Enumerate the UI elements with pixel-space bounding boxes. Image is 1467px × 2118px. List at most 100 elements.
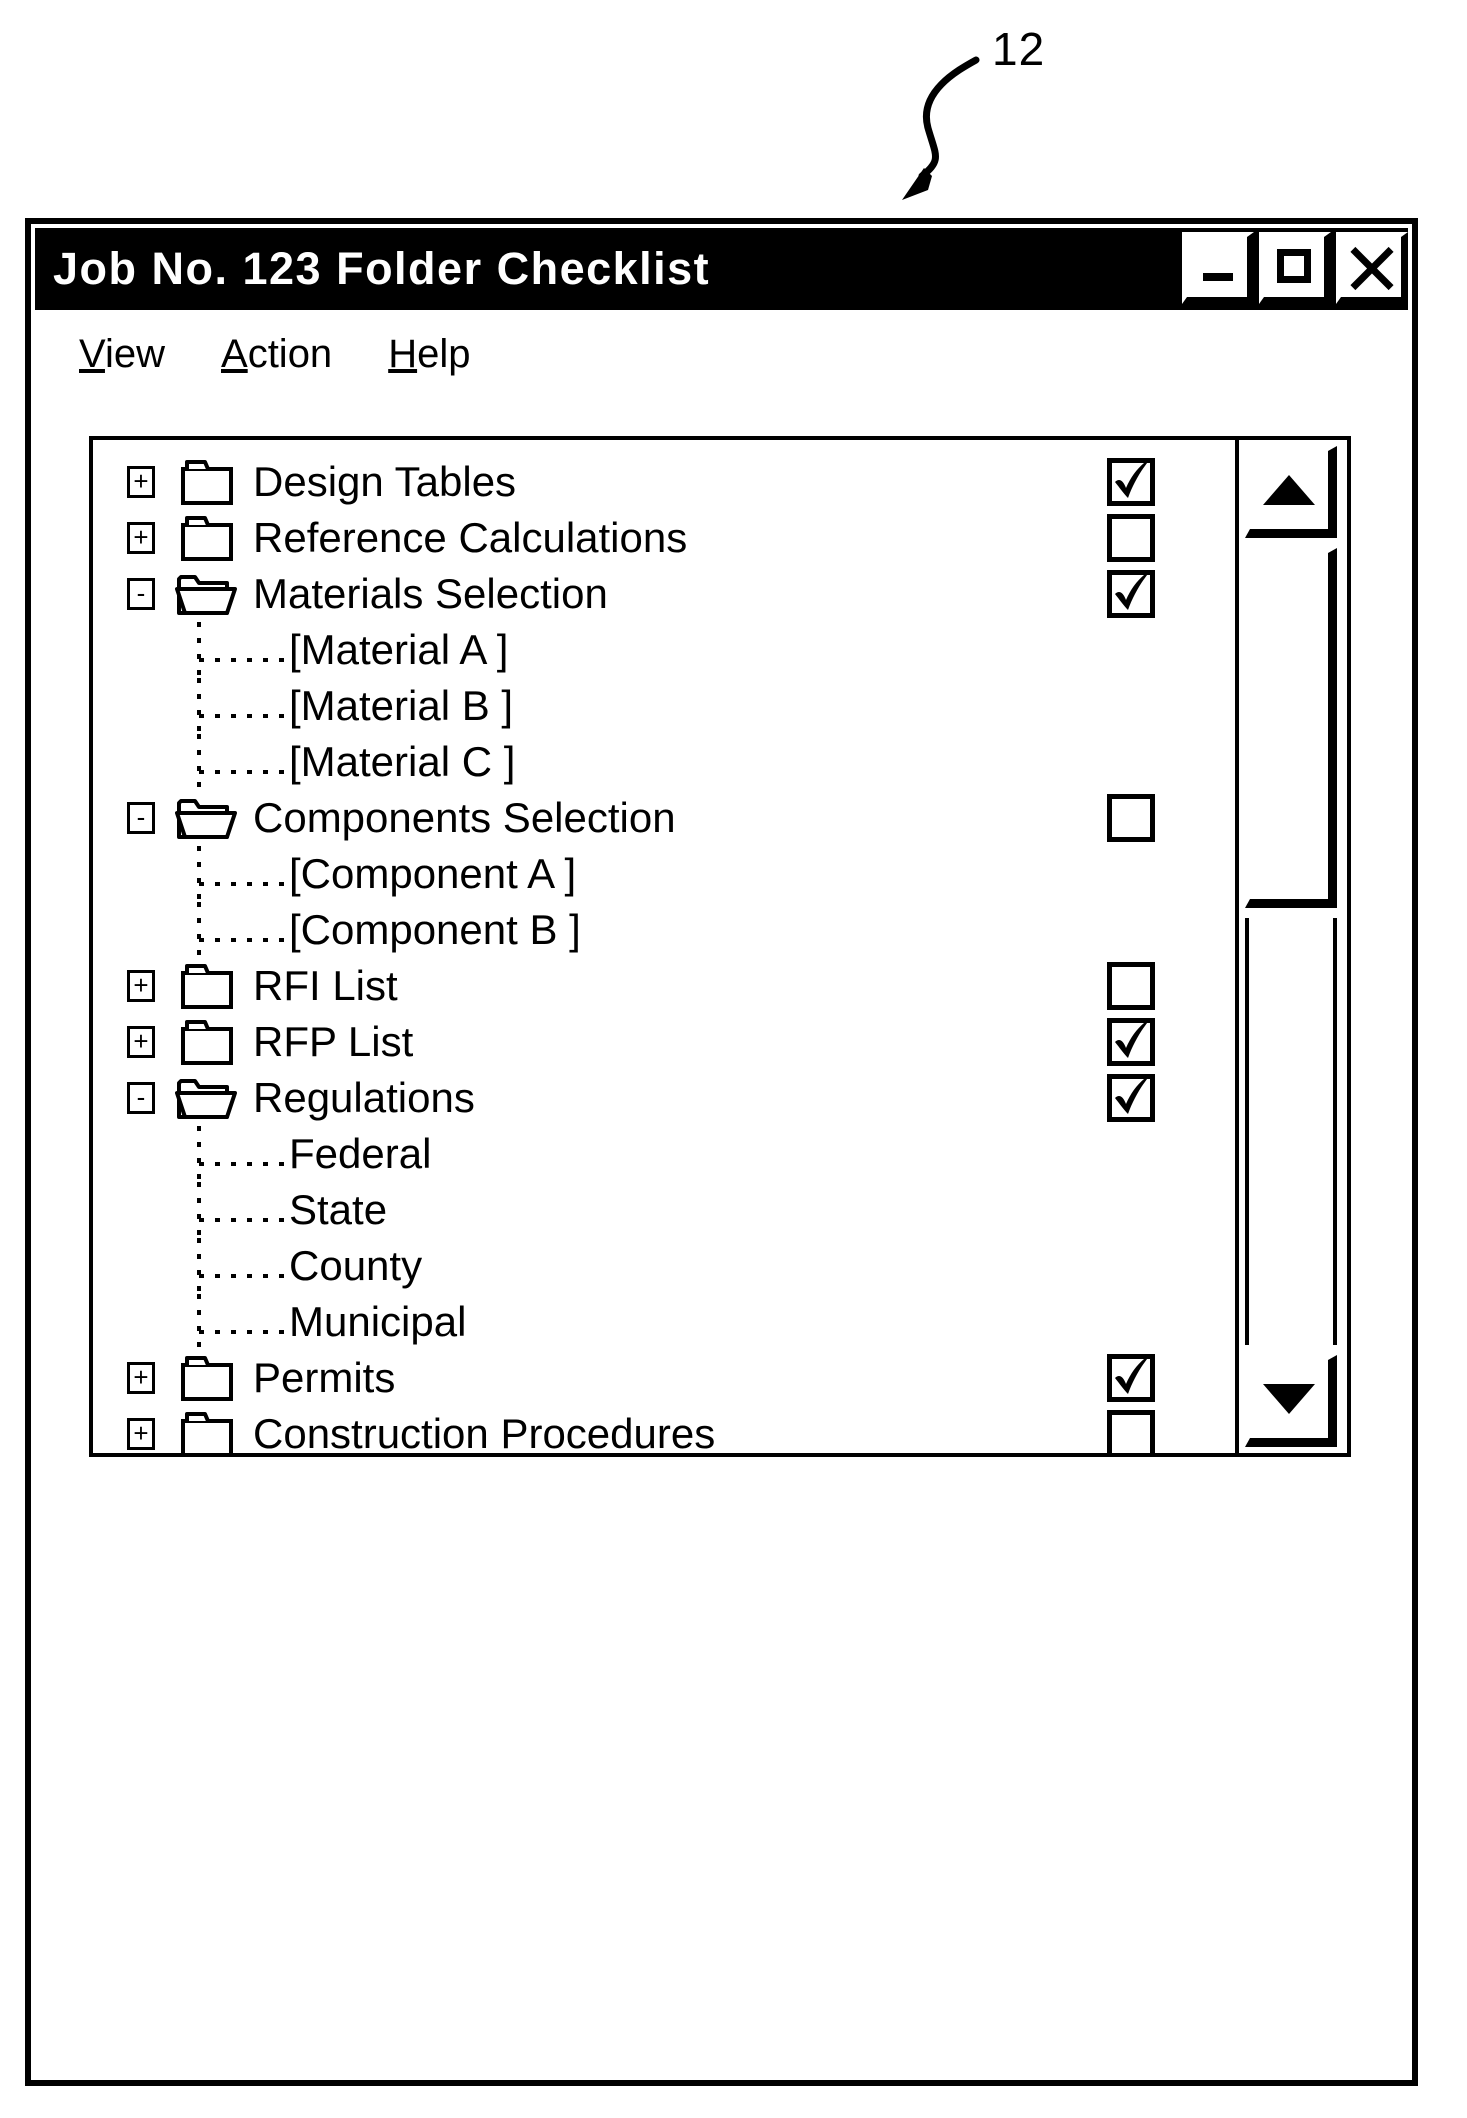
tree-item-label: State (289, 1186, 388, 1233)
tree-item-label: RFP List (253, 1018, 414, 1065)
scroll-down-button[interactable] (1245, 1355, 1337, 1447)
tree-leaf-row[interactable]: Municipal (93, 1294, 1347, 1350)
expand-toggle-icon[interactable]: + (127, 522, 155, 554)
expand-toggle-icon[interactable]: + (127, 1362, 155, 1394)
expander-sign: + (133, 465, 149, 496)
checkbox-unchecked[interactable] (1107, 962, 1155, 1010)
menu-bar: View Action Help (31, 310, 1412, 395)
tree-folder-row[interactable]: + Reference Calculations (93, 510, 1347, 566)
maximize-button[interactable] (1259, 232, 1331, 304)
collapse-toggle-icon[interactable]: - (127, 802, 155, 834)
tree-leaf-row[interactable]: [Component A ] (93, 846, 1347, 902)
folder-closed-icon (179, 1353, 239, 1403)
maximize-icon (1277, 249, 1311, 283)
tree-connector-line (93, 1238, 313, 1299)
expand-toggle-icon[interactable]: + (127, 1418, 155, 1450)
tree-folder-row[interactable]: + Design Tables (93, 454, 1347, 510)
folder-open-icon (175, 793, 237, 843)
menu-label-rest: ction (247, 332, 333, 376)
checkbox-checked[interactable] (1107, 1354, 1155, 1402)
menu-item-help[interactable]: Help (388, 332, 470, 377)
vertical-scrollbar[interactable] (1235, 440, 1347, 1453)
tree-connector-line (93, 1126, 313, 1187)
expand-toggle-icon[interactable]: + (127, 1026, 155, 1058)
checkbox-checked[interactable] (1107, 458, 1155, 506)
tree-item-label: Construction Procedures (253, 1410, 716, 1453)
tree-leaf-row[interactable]: State (93, 1182, 1347, 1238)
application-window: Job No. 123 Folder Checklist View Action… (25, 218, 1418, 2086)
minimize-button[interactable] (1182, 232, 1254, 304)
scrollbar-thumb[interactable] (1245, 548, 1337, 908)
tree-item-label: Materials Selection (253, 570, 608, 617)
tree-item-label: Components Selection (253, 794, 676, 841)
tree-item-label: [Material C ] (289, 738, 516, 785)
folder-checklist-panel: + Design Tables + Reference Calculations… (89, 436, 1351, 1457)
window-title: Job No. 123 Folder Checklist (53, 243, 711, 294)
tree-connector-line (93, 678, 313, 739)
menu-mnemonic: H (388, 332, 418, 376)
checkbox-unchecked[interactable] (1107, 514, 1155, 562)
expand-toggle-icon[interactable]: + (127, 466, 155, 498)
tree-connector-line (93, 902, 313, 963)
expander-sign: - (136, 1081, 146, 1112)
menu-item-action[interactable]: Action (221, 332, 332, 377)
tree-item-label: [Material B ] (289, 682, 514, 729)
expander-sign: + (133, 521, 149, 552)
checkbox-unchecked[interactable] (1107, 794, 1155, 842)
tree-item-label: Federal (289, 1130, 432, 1177)
folder-open-icon (175, 569, 237, 619)
tree-folder-row[interactable]: - Materials Selection (93, 566, 1347, 622)
tree-folder-row[interactable]: - Components Selection (93, 790, 1347, 846)
tree-leaf-row[interactable]: [Component B ] (93, 902, 1347, 958)
scroll-up-button[interactable] (1245, 446, 1337, 538)
folder-closed-icon (179, 1409, 239, 1453)
tree-connector-line (93, 846, 313, 907)
tree-item-label: Municipal (289, 1298, 467, 1345)
tree-item-label: Permits (253, 1354, 396, 1401)
tree-folder-row[interactable]: + RFI List (93, 958, 1347, 1014)
tree-connector-line (93, 622, 313, 683)
folder-open-icon (175, 1073, 237, 1123)
folder-closed-icon (179, 513, 239, 563)
tree-leaf-row[interactable]: County (93, 1238, 1347, 1294)
tree-folder-row[interactable]: + Permits (93, 1350, 1347, 1406)
tree-folder-row[interactable]: + Construction Procedures (93, 1406, 1347, 1453)
collapse-toggle-icon[interactable]: - (127, 578, 155, 610)
window-controls (1182, 228, 1408, 304)
title-bar[interactable]: Job No. 123 Folder Checklist (35, 228, 1408, 310)
menu-mnemonic: V (79, 332, 105, 376)
checkbox-checked[interactable] (1107, 1074, 1155, 1122)
checkbox-checked[interactable] (1107, 570, 1155, 618)
expander-sign: - (136, 801, 146, 832)
expander-sign: + (133, 969, 149, 1000)
tree-item-label: [Component B ] (289, 906, 581, 953)
tree-leaf-row[interactable]: Federal (93, 1126, 1347, 1182)
menu-label-rest: iew (104, 332, 165, 376)
folder-closed-icon (179, 961, 239, 1011)
menu-item-view[interactable]: View (79, 332, 165, 377)
expander-sign: - (136, 577, 146, 608)
menu-mnemonic: A (221, 332, 248, 376)
reference-numeral: 12 (992, 23, 1046, 75)
tree-item-label: [Material A ] (289, 626, 509, 673)
close-button[interactable] (1336, 232, 1408, 304)
folder-closed-icon (179, 457, 239, 507)
tree-folder-row[interactable]: + RFP List (93, 1014, 1347, 1070)
tree-leaf-row[interactable]: [Material C ] (93, 734, 1347, 790)
collapse-toggle-icon[interactable]: - (127, 1082, 155, 1114)
tree-item-label: Design Tables (253, 458, 517, 505)
arrow-up-icon (1263, 475, 1315, 505)
tree-connector-line (93, 734, 313, 795)
scrollbar-trough[interactable] (1245, 918, 1337, 1345)
tree-item-label: Regulations (253, 1074, 475, 1121)
tree-folder-row[interactable]: - Regulations (93, 1070, 1347, 1126)
expand-toggle-icon[interactable]: + (127, 970, 155, 1002)
tree-item-label: Reference Calculations (253, 514, 688, 561)
tree-connector-line (93, 1294, 313, 1355)
checkbox-checked[interactable] (1107, 1018, 1155, 1066)
tree-leaf-row[interactable]: [Material A ] (93, 622, 1347, 678)
minimize-icon (1203, 273, 1233, 281)
tree-leaf-row[interactable]: [Material B ] (93, 678, 1347, 734)
checkbox-unchecked[interactable] (1107, 1410, 1155, 1453)
close-icon (1341, 237, 1401, 297)
